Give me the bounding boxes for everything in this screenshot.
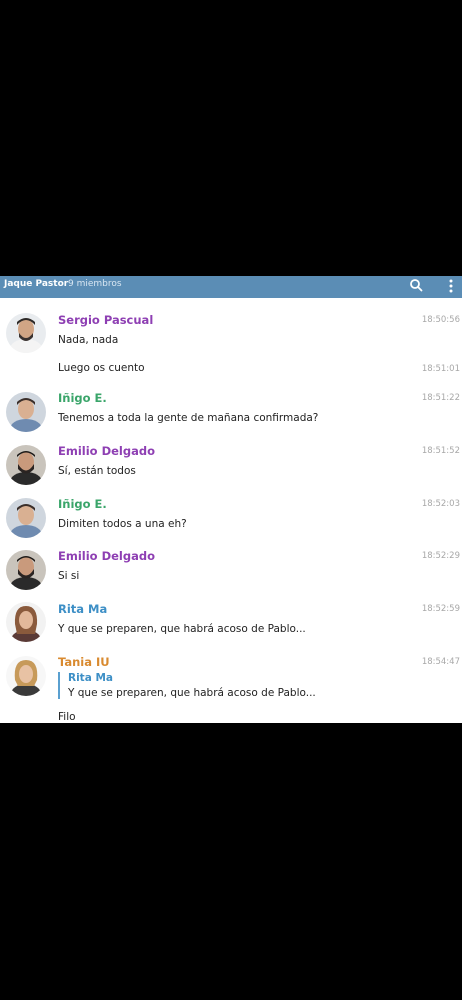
sender-name: Tania IU xyxy=(58,655,110,669)
message-text: Luego os cuento xyxy=(58,362,145,374)
message-text: Y que se preparen, que habrá acoso de Pa… xyxy=(58,623,306,635)
sender-name: Emilio Delgado xyxy=(58,549,155,563)
avatar[interactable] xyxy=(6,550,46,590)
avatar[interactable] xyxy=(6,445,46,485)
members-count[interactable]: 9 miembros xyxy=(68,279,122,289)
timestamp: 18:52:59 xyxy=(421,604,460,614)
quote-text: Y que se preparen, que habrá acoso de Pa… xyxy=(68,687,316,699)
avatar[interactable] xyxy=(6,313,46,353)
reply-quote[interactable]: Rita Ma Y que se preparen, que habrá aco… xyxy=(58,672,316,699)
avatar[interactable] xyxy=(6,392,46,432)
avatar[interactable] xyxy=(6,498,46,538)
avatar[interactable] xyxy=(6,602,46,642)
sender-name: Iñigo E. xyxy=(58,391,107,405)
sender-name: Iñigo E. xyxy=(58,497,107,511)
quote-sender: Rita Ma xyxy=(68,672,113,684)
message-text: Tenemos a toda la gente de mañana confir… xyxy=(58,412,319,424)
message-text: Filo xyxy=(58,711,76,723)
message-text: Nada, nada xyxy=(58,334,119,346)
timestamp: 18:51:01 xyxy=(421,364,460,374)
search-icon[interactable] xyxy=(409,278,423,292)
message-text: Dimiten todos a una eh? xyxy=(58,518,187,530)
sender-name: Rita Ma xyxy=(58,602,108,616)
sender-name: Emilio Delgado xyxy=(58,444,155,458)
more-vertical-icon[interactable] xyxy=(446,278,456,294)
timestamp: 18:50:56 xyxy=(421,315,460,325)
group-title[interactable]: Jaque Pastor xyxy=(4,279,68,289)
avatar[interactable] xyxy=(6,656,46,696)
message-text: Si si xyxy=(58,570,80,582)
timestamp: 18:52:03 xyxy=(421,499,460,509)
chat-window: Jaque Pastor 9 miembros Sergio Pascual N… xyxy=(0,276,462,723)
timestamp: 18:51:52 xyxy=(421,446,460,456)
timestamp: 18:54:47 xyxy=(421,657,460,667)
sender-name: Sergio Pascual xyxy=(58,313,154,327)
chat-header[interactable]: Jaque Pastor 9 miembros xyxy=(0,276,462,298)
message-text: Sí, están todos xyxy=(58,465,136,477)
timestamp: 18:52:29 xyxy=(421,551,460,561)
timestamp: 18:51:22 xyxy=(421,393,460,403)
